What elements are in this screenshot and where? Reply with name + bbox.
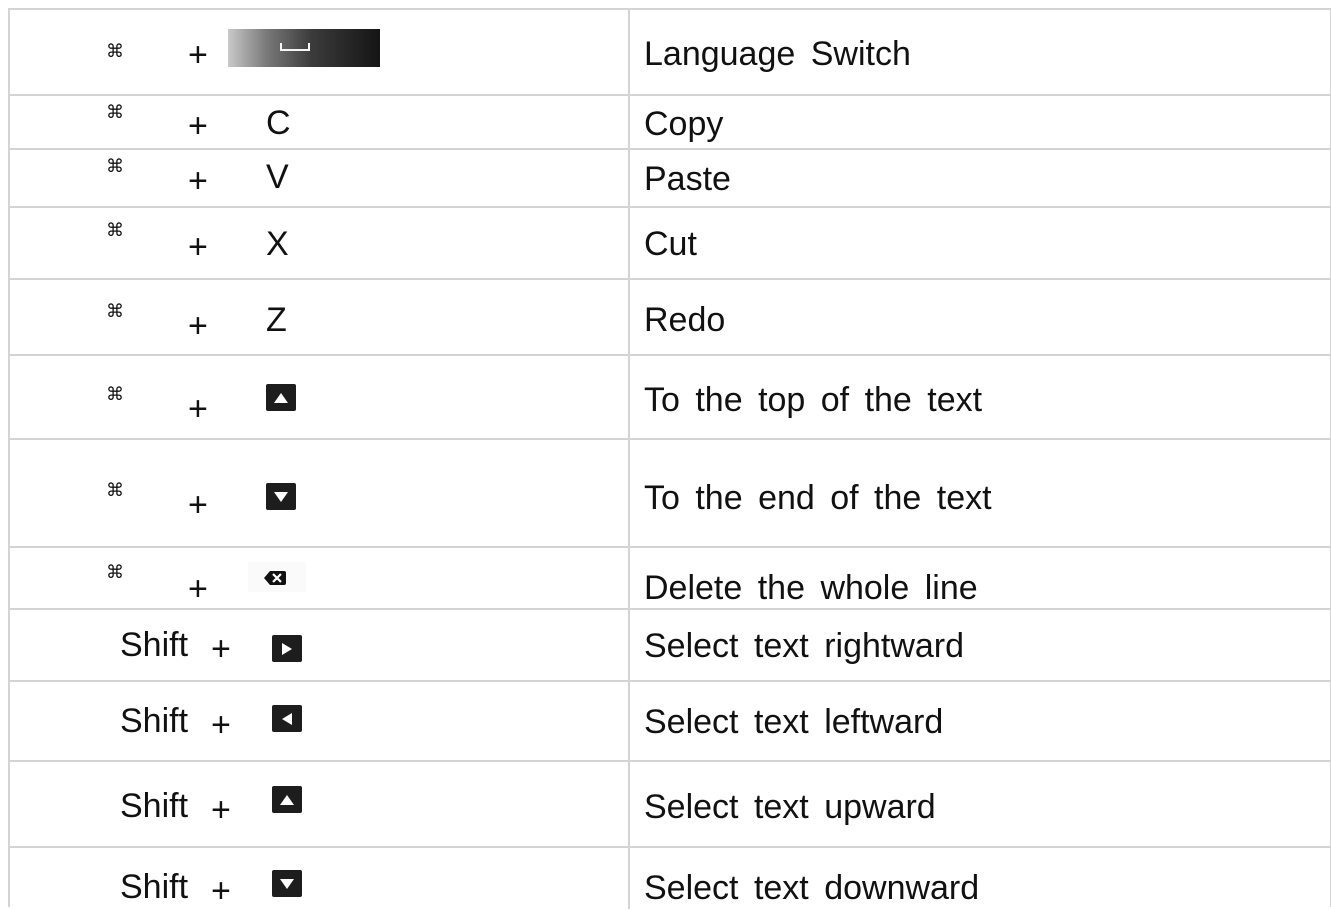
- plus-sign: +: [188, 107, 208, 145]
- shortcut-action: To the end of the text: [644, 479, 992, 517]
- plus-sign: +: [211, 791, 231, 829]
- shortcut-table: ⌘ + Language Switch ⌘ + C Copy ⌘ + V Pas…: [8, 8, 1331, 909]
- shortcut-action: Paste: [644, 160, 731, 198]
- shortcut-action: Delete the whole line: [644, 569, 978, 607]
- shortcut-action: Select text downward: [644, 869, 980, 907]
- shift-key-label: Shift: [120, 868, 189, 906]
- plus-sign: +: [188, 307, 208, 345]
- table-row: Shift + Select text leftward: [10, 682, 1330, 762]
- key-letter: C: [266, 104, 291, 142]
- command-icon: ⌘: [106, 41, 124, 62]
- table-row: ⌘ + Language Switch: [10, 10, 1330, 96]
- shortcut-action: Redo: [644, 301, 726, 339]
- up-arrow-key-icon: [272, 786, 302, 813]
- command-icon: ⌘: [106, 220, 124, 241]
- shortcut-action: Select text upward: [644, 788, 936, 826]
- table-row: ⌘ + X Cut: [10, 208, 1330, 280]
- down-arrow-key-icon: [272, 870, 302, 897]
- plus-sign: +: [211, 630, 231, 668]
- shortcut-action: Copy: [644, 105, 724, 143]
- table-row: ⌘ + To the top of the text: [10, 356, 1330, 440]
- plus-sign: +: [188, 570, 208, 608]
- table-row: ⌘ + Z Redo: [10, 280, 1330, 356]
- shortcut-action: Select text leftward: [644, 703, 944, 741]
- backspace-key-icon: [248, 562, 306, 592]
- shift-key-label: Shift: [120, 626, 189, 664]
- key-letter: V: [266, 158, 289, 196]
- spacebar-key-icon: [228, 29, 380, 67]
- shift-key-label: Shift: [120, 787, 189, 825]
- down-arrow-key-icon: [266, 483, 296, 510]
- key-letter: X: [266, 225, 289, 263]
- table-row: ⌘ + Delete the whole line: [10, 548, 1330, 610]
- table-row: ⌘ + To the end of the text: [10, 440, 1330, 548]
- plus-sign: +: [211, 706, 231, 744]
- plus-sign: +: [188, 486, 208, 524]
- up-arrow-key-icon: [266, 384, 296, 411]
- shortcut-action: Language Switch: [644, 35, 911, 73]
- table-row: Shift + Select text downward: [10, 848, 1330, 909]
- command-icon: ⌘: [106, 102, 124, 123]
- command-icon: ⌘: [106, 301, 124, 322]
- shortcut-action: To the top of the text: [644, 381, 983, 419]
- table-row: ⌘ + V Paste: [10, 150, 1330, 208]
- right-arrow-key-icon: [272, 635, 302, 662]
- plus-sign: +: [188, 390, 208, 428]
- command-icon: ⌘: [106, 480, 124, 501]
- shift-key-label: Shift: [120, 702, 189, 740]
- table-row: Shift + Select text upward: [10, 762, 1330, 848]
- command-icon: ⌘: [106, 562, 124, 583]
- plus-sign: +: [211, 872, 231, 910]
- plus-sign: +: [188, 36, 208, 74]
- left-arrow-key-icon: [272, 705, 302, 732]
- command-icon: ⌘: [106, 384, 124, 405]
- table-row: ⌘ + C Copy: [10, 96, 1330, 150]
- shortcut-action: Cut: [644, 225, 697, 263]
- plus-sign: +: [188, 228, 208, 266]
- plus-sign: +: [188, 162, 208, 200]
- table-row: Shift + Select text rightward: [10, 610, 1330, 682]
- command-icon: ⌘: [106, 156, 124, 177]
- key-letter: Z: [266, 301, 287, 339]
- shortcut-action: Select text rightward: [644, 627, 965, 665]
